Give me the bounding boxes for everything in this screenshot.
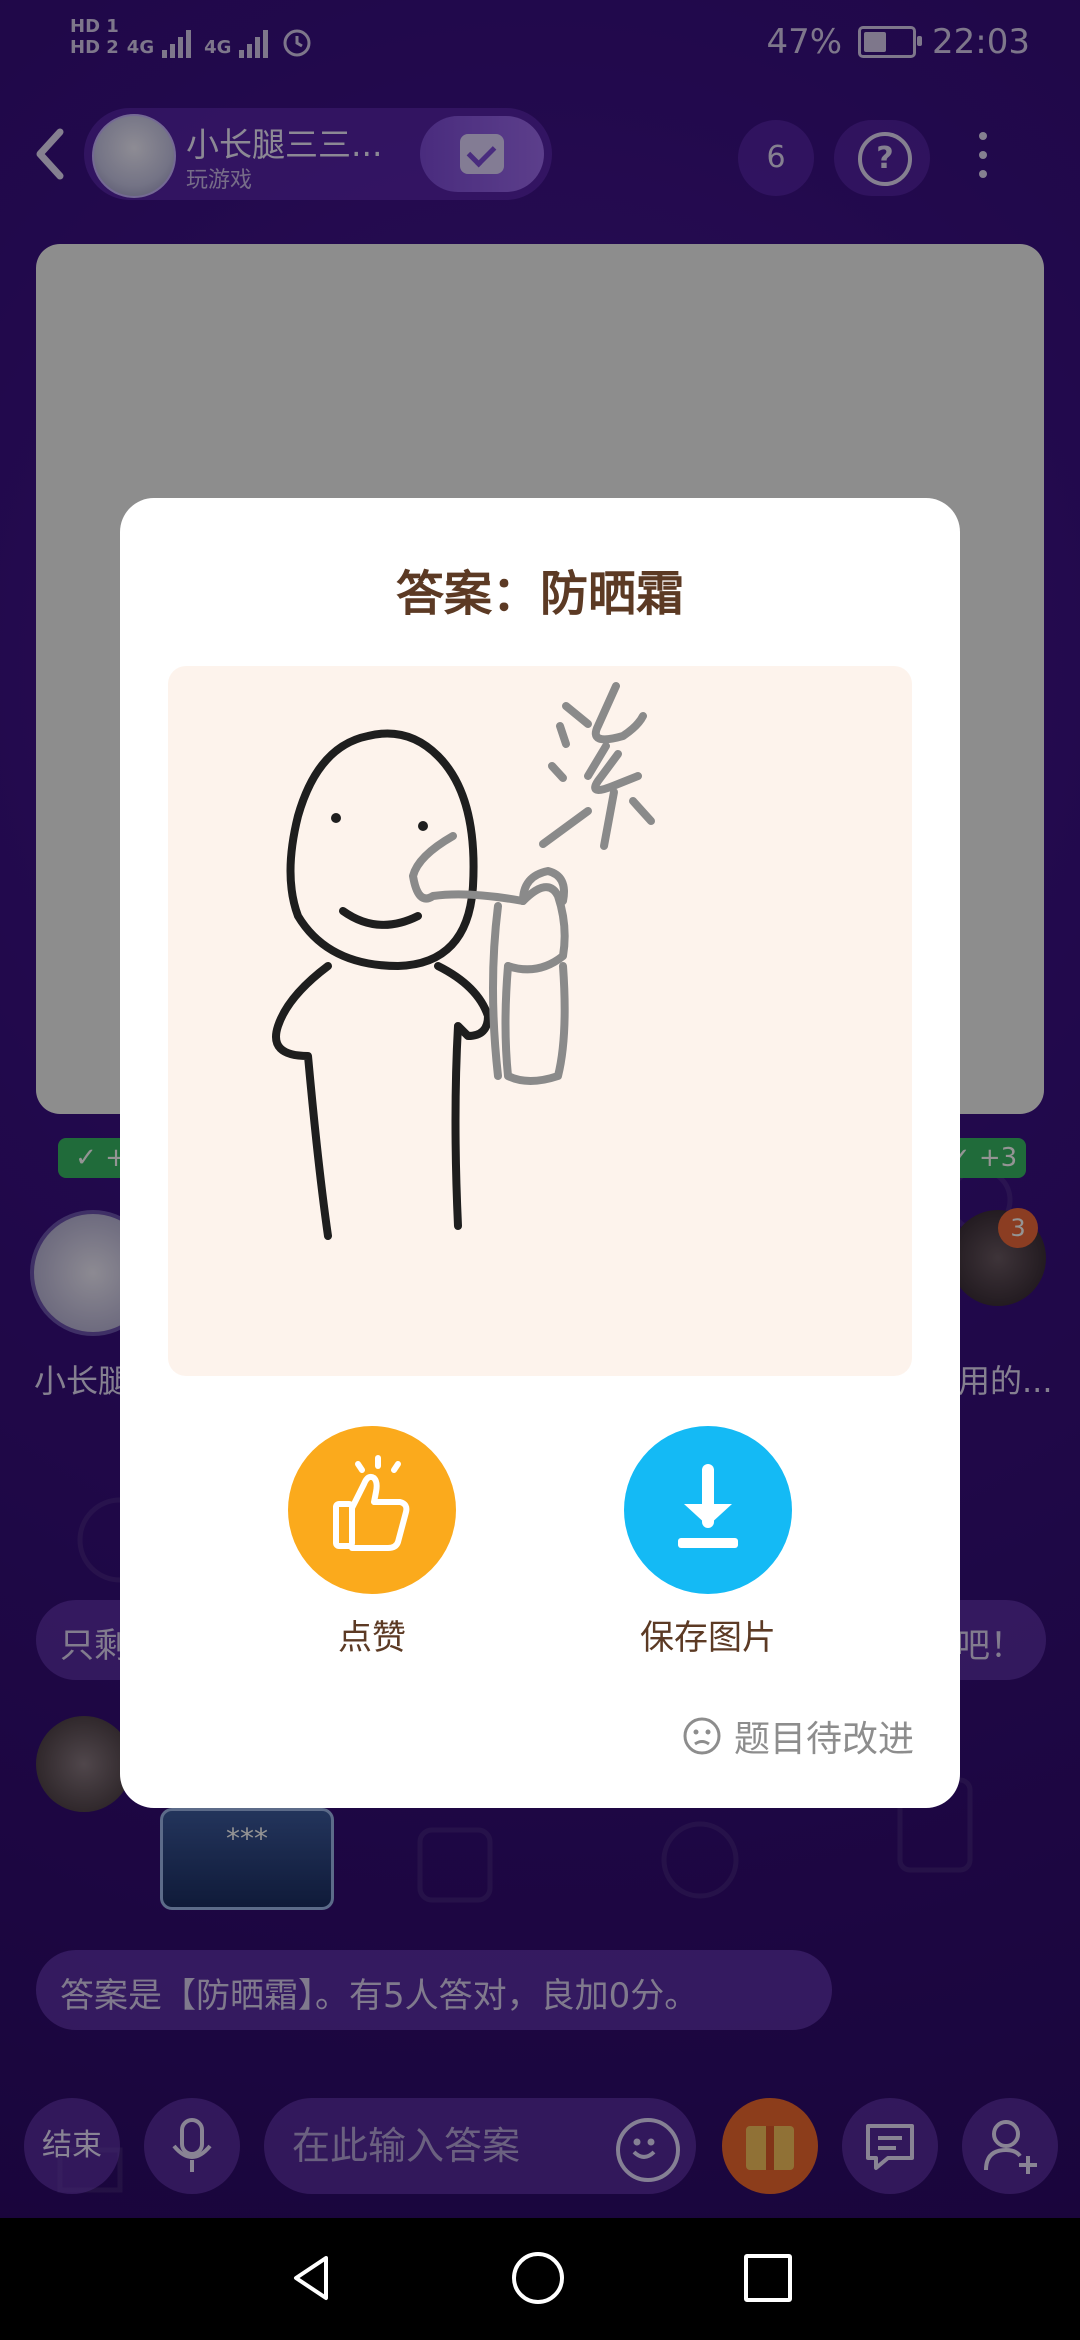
save-image-label: 保存图片	[640, 1618, 776, 1658]
modal-title: 答案：防晒霜	[395, 566, 684, 622]
nav-home-icon[interactable]	[512, 2252, 564, 2304]
answer-drawing	[168, 666, 912, 1376]
thumbs-up-icon	[333, 1455, 410, 1551]
sad-face-icon	[683, 1717, 721, 1755]
feedback-label: 题目待改进	[733, 1719, 914, 1760]
system-navigation-bar	[0, 2218, 1080, 2340]
drawing-sketch	[272, 682, 655, 1240]
feedback-link[interactable]: 题目待改进	[682, 1710, 914, 1762]
like-button[interactable]	[288, 1426, 456, 1594]
answer-modal: 答案：防晒霜 点赞 保存图片 题目待改进	[120, 498, 960, 1808]
download-icon	[678, 1464, 738, 1548]
like-label: 点赞	[338, 1618, 406, 1658]
save-image-button[interactable]	[624, 1426, 792, 1594]
nav-back-icon[interactable]	[286, 2252, 338, 2304]
nav-recents-icon[interactable]	[744, 2254, 792, 2302]
